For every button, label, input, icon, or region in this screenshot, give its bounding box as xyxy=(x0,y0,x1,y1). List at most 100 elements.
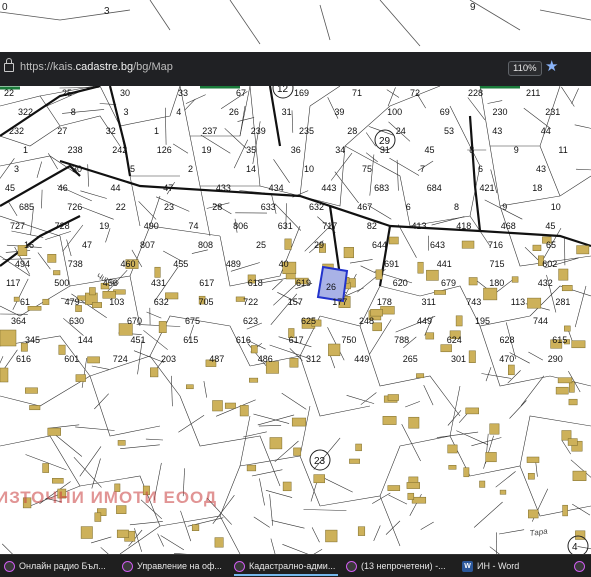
parcel-boundaries xyxy=(0,86,591,554)
building-footprint xyxy=(573,471,586,481)
parcel-label: 65 xyxy=(546,240,556,250)
building-footprint xyxy=(358,527,365,536)
taskbar-item[interactable] xyxy=(574,558,590,574)
building-footprint xyxy=(247,465,256,471)
parcel-label: 722 xyxy=(243,297,258,307)
parcel-label: 467 xyxy=(357,202,372,212)
building-footprint xyxy=(53,271,60,275)
parcel-label: 211 xyxy=(526,88,540,98)
building-footprint xyxy=(441,345,452,352)
parcel-label: 203 xyxy=(161,354,176,364)
building-footprint xyxy=(416,374,423,378)
parcel-label: 468 xyxy=(501,221,516,231)
map-canvas[interactable]: 2622253033671697172228211322834263139100… xyxy=(0,86,591,554)
parcel-label: 487 xyxy=(209,354,224,364)
building-footprint xyxy=(568,439,577,446)
parcel-label: 44 xyxy=(541,126,551,136)
cadastral-map[interactable]: 2622253033671697172228211322834263139100… xyxy=(0,86,591,554)
parcel-label: 47 xyxy=(82,240,92,250)
parcel-label: 616 xyxy=(16,354,31,364)
parcel-label: 623 xyxy=(243,316,258,326)
building-footprint xyxy=(577,246,589,254)
taskbar-item[interactable]: WИН - Word xyxy=(462,558,522,574)
parcel-label: 617 xyxy=(289,335,304,345)
parcel-label: 35 xyxy=(246,145,256,155)
parcel-label: 301 xyxy=(451,354,466,364)
parcel-label: 743 xyxy=(466,297,481,307)
lock-icon[interactable] xyxy=(4,63,14,72)
parcel-label: 25 xyxy=(62,88,72,98)
parcel-label: 45 xyxy=(545,221,555,231)
building-footprint xyxy=(283,482,291,491)
parcel-label: 479 xyxy=(65,297,80,307)
parcel-label: 18 xyxy=(532,183,542,193)
building-footprint xyxy=(251,346,257,354)
parcel-label: 43 xyxy=(492,126,502,136)
parcel-label: 807 xyxy=(140,240,155,250)
parcel-label: 322 xyxy=(18,107,33,117)
building-footprint xyxy=(426,333,434,339)
parcel-label: 29 xyxy=(314,240,324,250)
parcel-label: 311 xyxy=(422,297,436,307)
parcel-label: 716 xyxy=(488,240,503,250)
parcel-label: 126 xyxy=(157,145,172,155)
url-prefix: https://kais. xyxy=(20,61,76,73)
parcel-label: 69 xyxy=(440,107,450,117)
parcel-label: 3 xyxy=(14,164,19,174)
parcel-label: 31 xyxy=(282,107,292,117)
parcel-label: 239 xyxy=(251,126,266,136)
url-text[interactable]: https://kais.cadastre.bg/bg/Map xyxy=(20,61,173,73)
parcel-label: 494 xyxy=(15,259,30,269)
taskbar-item[interactable]: Кадастрално-адми... xyxy=(234,558,338,576)
parcel-label: 630 xyxy=(69,316,84,326)
parcel-label: 9 xyxy=(514,145,519,155)
parcel-label: 615 xyxy=(183,335,198,345)
parcel-label: 413 xyxy=(412,221,427,231)
parcel-label: 117 xyxy=(6,278,20,288)
building-footprint xyxy=(563,505,568,516)
browser-address-bar[interactable]: https://kais.cadastre.bg/bg/Map 110% ★ xyxy=(0,52,591,86)
parcel-label: 691 xyxy=(384,259,399,269)
building-footprint xyxy=(326,530,338,542)
parcel-label: 238 xyxy=(68,145,83,155)
building-footprint xyxy=(186,385,193,389)
parcel-label: 3 xyxy=(124,107,129,117)
parcel-label: 46 xyxy=(58,183,68,193)
parcel-label: 28 xyxy=(212,202,222,212)
building-footprint xyxy=(383,416,396,424)
parcel-label: 113 xyxy=(511,297,525,307)
parcel-label: 619 xyxy=(296,278,311,288)
parcel-label: 24 xyxy=(396,126,406,136)
building-footprint xyxy=(89,288,95,295)
zoom-level-button[interactable]: 110% xyxy=(508,61,542,76)
top-label: 9 xyxy=(470,2,476,13)
parcel-label: 806 xyxy=(233,221,248,231)
taskbar-item[interactable]: Онлайн радио Бъл... xyxy=(4,558,112,574)
parcel-label: 28 xyxy=(347,126,357,136)
parcel-label: 644 xyxy=(372,240,387,250)
parcel-label: 7 xyxy=(420,164,425,174)
opera-icon xyxy=(122,561,133,572)
building-footprint xyxy=(484,288,497,300)
building-footprint xyxy=(449,465,456,469)
circled-label: 12 xyxy=(277,86,289,95)
building-footprint xyxy=(292,418,306,426)
star-icon[interactable]: ★ xyxy=(545,58,558,76)
parcel-label: 144 xyxy=(78,335,93,345)
taskbar-item[interactable]: Управление на оф... xyxy=(122,558,224,574)
building-footprint xyxy=(30,405,41,409)
parcel-label: 178 xyxy=(377,297,392,307)
building-footprint xyxy=(344,247,354,257)
parcel-label: 27 xyxy=(57,126,67,136)
parcel-label: 500 xyxy=(54,278,69,288)
parcel-label: 32 xyxy=(106,126,116,136)
parcel-label: 724 xyxy=(113,354,128,364)
opera-icon xyxy=(4,561,15,572)
building-footprint xyxy=(150,368,158,377)
parcel-label: 470 xyxy=(499,354,514,364)
taskbar-item[interactable]: (13 непрочетени) -... xyxy=(346,558,450,574)
building-footprint xyxy=(285,239,292,250)
building-footprint xyxy=(527,298,540,308)
building-footprint xyxy=(564,326,570,331)
opera-icon xyxy=(346,561,357,572)
